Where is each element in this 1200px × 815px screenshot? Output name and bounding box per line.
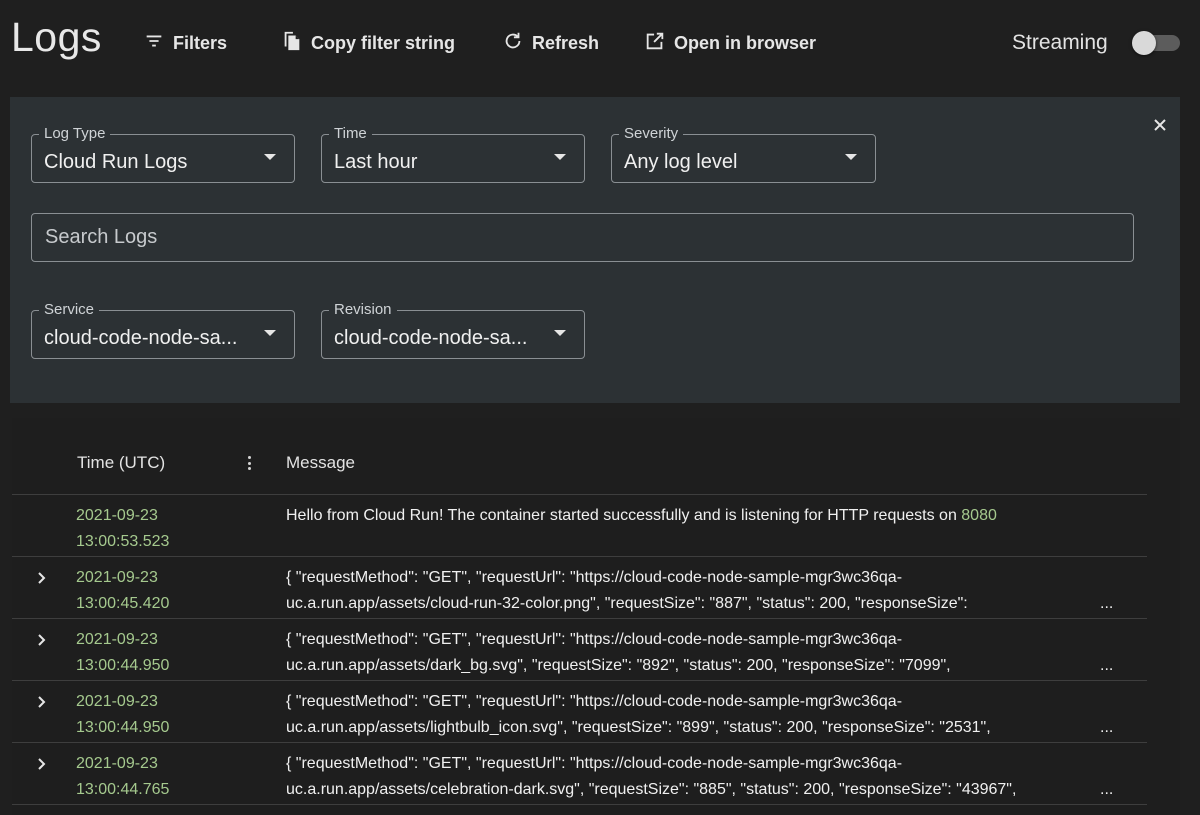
filter-icon (143, 30, 165, 57)
service-label: Service (39, 302, 100, 318)
time-label: Time (329, 126, 372, 142)
table-row[interactable]: 2021-09-23 13:00:44.765 { "requestMethod… (12, 743, 1147, 805)
revision-value: cloud-code-node-sa... (334, 327, 528, 349)
row-date: 2021-09-23 (76, 755, 158, 772)
chevron-right-icon[interactable] (36, 695, 48, 709)
revision-label: Revision (329, 302, 397, 318)
row-date: 2021-09-23 (76, 631, 158, 648)
row-date: 2021-09-23 (76, 569, 158, 586)
chevron-right-icon[interactable] (36, 633, 48, 647)
column-header-time[interactable]: Time (UTC) (77, 453, 165, 473)
chevron-right-icon[interactable] (36, 757, 48, 771)
port-number: 8080 (961, 507, 997, 524)
log-type-value: Cloud Run Logs (44, 151, 188, 173)
row-message: Hello from Cloud Run! The container star… (286, 507, 997, 524)
table-row[interactable]: 2021-09-23 13:00:44.950 { "requestMethod… (12, 681, 1147, 743)
chevron-down-icon (264, 330, 276, 336)
column-header-message[interactable]: Message (286, 453, 355, 473)
copy-filter-string-button[interactable]: Copy filter string (281, 28, 455, 58)
chevron-down-icon (264, 154, 276, 160)
streaming-label: Streaming (1012, 31, 1108, 54)
row-message-line2: uc.a.run.app/assets/lightbulb_icon.svg",… (286, 719, 991, 736)
copy-icon (281, 30, 303, 57)
chevron-down-icon (554, 330, 566, 336)
table-row[interactable]: 2021-09-23 13:00:45.420 { "requestMethod… (12, 557, 1147, 619)
severity-label: Severity (619, 126, 684, 142)
page-title: Logs (11, 14, 102, 60)
close-filters-button[interactable] (1151, 116, 1169, 134)
row-time: 13:00:53.523 (76, 533, 170, 550)
refresh-button-label: Refresh (532, 32, 600, 53)
service-value: cloud-code-node-sa... (44, 327, 238, 349)
row-message-line1: { "requestMethod": "GET", "requestUrl": … (286, 693, 903, 710)
log-type-select[interactable]: Log Type Cloud Run Logs (31, 126, 295, 183)
table-row[interactable]: 2021-09-23 13:00:44.950 { "requestMethod… (12, 619, 1147, 681)
severity-value: Any log level (624, 151, 738, 173)
chevron-right-icon[interactable] (36, 571, 48, 585)
search-logs-input[interactable] (31, 213, 1134, 262)
chevron-down-icon (845, 154, 857, 160)
copy-filter-string-label: Copy filter string (311, 32, 456, 53)
table-row[interactable]: 2021-09-23 13:00:53.523 Hello from Cloud… (12, 495, 1147, 557)
row-time: 13:00:45.420 (76, 595, 170, 612)
row-time: 13:00:44.765 (76, 781, 170, 798)
time-select[interactable]: Time Last hour (321, 126, 585, 183)
refresh-button[interactable]: Refresh (502, 28, 599, 58)
service-select[interactable]: Service cloud-code-node-sa... (31, 302, 295, 359)
row-ellipsis: ... (1100, 719, 1114, 736)
column-menu-icon[interactable] (244, 454, 254, 472)
row-message-line1: { "requestMethod": "GET", "requestUrl": … (286, 631, 903, 648)
chevron-down-icon (554, 154, 566, 160)
row-message-line2: uc.a.run.app/assets/cloud-run-32-color.p… (286, 595, 968, 612)
close-icon (1154, 119, 1166, 131)
filters-button-label: Filters (173, 32, 228, 53)
refresh-icon (502, 30, 524, 57)
row-ellipsis: ... (1100, 595, 1114, 612)
row-message-line1: { "requestMethod": "GET", "requestUrl": … (286, 569, 903, 586)
streaming-toggle[interactable] (1132, 31, 1182, 55)
row-time: 13:00:44.950 (76, 657, 170, 674)
open-in-new-icon (644, 30, 666, 57)
row-ellipsis: ... (1100, 781, 1114, 798)
row-message-line2: uc.a.run.app/assets/celebration-dark.svg… (286, 781, 1017, 798)
open-in-browser-label: Open in browser (674, 32, 817, 53)
log-type-label: Log Type (39, 126, 111, 142)
row-date: 2021-09-23 (76, 693, 158, 710)
open-in-browser-button[interactable]: Open in browser (644, 28, 816, 58)
severity-select[interactable]: Severity Any log level (611, 126, 876, 183)
row-message-line2: uc.a.run.app/assets/dark_bg.svg", "reque… (286, 657, 951, 674)
revision-select[interactable]: Revision cloud-code-node-sa... (321, 302, 585, 359)
row-time: 13:00:44.950 (76, 719, 170, 736)
toolbar: Logs Filters Copy filter string Refresh … (0, 0, 1200, 86)
divider (12, 804, 1147, 805)
row-date: 2021-09-23 (76, 507, 158, 524)
row-ellipsis: ... (1100, 657, 1114, 674)
filters-button[interactable]: Filters (143, 28, 227, 58)
time-value: Last hour (334, 151, 418, 173)
toggle-thumb (1132, 31, 1156, 55)
row-message-line1: { "requestMethod": "GET", "requestUrl": … (286, 755, 903, 772)
